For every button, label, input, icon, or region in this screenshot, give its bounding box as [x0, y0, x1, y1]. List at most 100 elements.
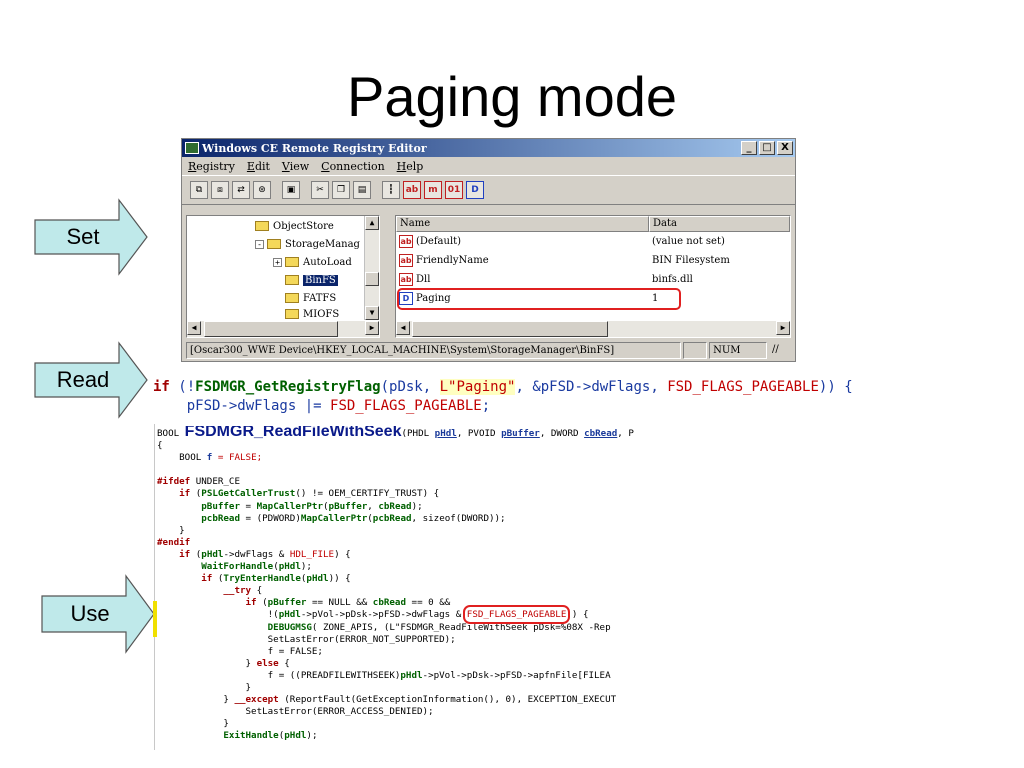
code-token: pcbRead	[372, 512, 412, 524]
code-token: (pDsk,	[380, 379, 440, 395]
scroll-left-icon[interactable]: ◀	[396, 321, 410, 335]
code-token: __except	[234, 694, 279, 706]
code-token: )) {	[818, 379, 853, 395]
close-button[interactable]: X	[777, 141, 793, 155]
window-titlebar[interactable]: Windows CE Remote Registry Editor _ □ X	[182, 139, 795, 157]
code-token: = (PDWORD)	[240, 512, 301, 524]
multi-string-value-icon[interactable]: m	[424, 181, 442, 199]
connect-icon[interactable]: ⧉	[190, 181, 208, 199]
code-line: }	[157, 681, 252, 693]
scroll-thumb[interactable]	[204, 321, 338, 337]
tree-vertical-scrollbar[interactable]: ▲ ▼	[364, 216, 379, 320]
scroll-down-icon[interactable]: ▼	[365, 306, 379, 320]
code-token: TryEnterHandle	[223, 573, 301, 585]
code-token: pBuffer	[328, 500, 368, 512]
code-token: __try	[223, 585, 252, 597]
save-icon[interactable]: ▣	[282, 181, 300, 199]
code-token: pHdl	[306, 573, 329, 585]
dword-value-icon[interactable]: D	[466, 181, 484, 199]
tree-item-storagemanager[interactable]: - StorageManag	[255, 235, 360, 253]
code-token: )) {	[566, 609, 589, 621]
menu-registry[interactable]: Registry	[188, 160, 235, 173]
read-code-snippet: if (!FSDMGR_GetRegistryFlag(pDsk, L"Pagi…	[153, 378, 853, 416]
code-token: else	[256, 657, 279, 669]
use-callout-arrow: Use	[40, 574, 156, 654]
column-header-name[interactable]: Name	[396, 216, 649, 232]
scroll-thumb[interactable]	[365, 272, 379, 286]
column-header-data[interactable]: Data	[649, 216, 790, 232]
code-token: (!	[169, 379, 196, 395]
code-token: = FALSE;	[212, 452, 263, 464]
scroll-right-icon[interactable]: ▶	[365, 321, 379, 335]
binary-value-icon[interactable]: 01	[445, 181, 463, 199]
string-value-icon[interactable]: ab	[403, 181, 421, 199]
list-horizontal-scrollbar[interactable]: ◀ ▶	[396, 321, 790, 337]
code-token: , &pFSD->dwFlags,	[515, 379, 668, 395]
use-label: Use	[70, 601, 110, 626]
tree-item-binfs[interactable]: BinFS	[285, 271, 338, 289]
minimize-button[interactable]: _	[741, 141, 757, 155]
code-token: if	[201, 573, 213, 585]
code-token: if	[245, 597, 257, 609]
registry-app-icon	[185, 142, 199, 154]
tree-item-label: ObjectStore	[273, 220, 334, 232]
code-line: SetLastError(ERROR_NOT_SUPPORTED);	[157, 633, 456, 645]
tree-horizontal-scrollbar[interactable]: ◀ ▶	[187, 321, 379, 337]
read-callout-arrow: Read	[33, 341, 149, 419]
registry-values-pane[interactable]: Name Data ab (Default) (value not set) a…	[395, 215, 791, 338]
code-macro: FSD_FLAGS_PAGEABLE	[667, 379, 819, 395]
new-key-icon[interactable]: ┇	[382, 181, 400, 199]
tree-item-objectstore[interactable]: ObjectStore	[255, 217, 334, 235]
code-token: == 0 &&	[406, 597, 451, 609]
code-token: HDL_FILE	[289, 548, 335, 560]
code-token: (	[212, 573, 224, 585]
menu-edit[interactable]: Edit	[247, 160, 270, 173]
scroll-up-icon[interactable]: ▲	[365, 216, 379, 230]
code-token: (ReportFault(GetExceptionInformation(), …	[278, 694, 617, 706]
code-token: f = ((PREADFILEWITHSEEK)	[157, 669, 401, 681]
folder-icon	[285, 293, 299, 303]
scroll-left-icon[interactable]: ◀	[187, 321, 201, 335]
disconnect-icon[interactable]: ⧈	[211, 181, 229, 199]
code-token: PSLGetCallerTrust	[201, 488, 296, 500]
tree-item-label: MIOFS	[303, 308, 340, 320]
copy-icon[interactable]: ❐	[332, 181, 350, 199]
maximize-button[interactable]: □	[759, 141, 775, 155]
paste-icon[interactable]: ▤	[353, 181, 371, 199]
menu-view[interactable]: View	[282, 160, 309, 173]
code-token: ->dwFlags &	[223, 548, 290, 560]
code-token: , DWORD	[539, 428, 585, 439]
code-token: BOOL	[157, 452, 207, 464]
scroll-thumb[interactable]	[412, 321, 608, 337]
expand-icon[interactable]: +	[273, 257, 282, 267]
remote-registry-icon[interactable]: ⊛	[253, 181, 271, 199]
menu-connection[interactable]: Connection	[321, 160, 385, 173]
code-token: #ifdef	[157, 476, 191, 488]
code-token: ExitHandle	[223, 730, 279, 742]
value-row[interactable]: ab Dll binfs.dll	[396, 271, 790, 289]
value-row[interactable]: ab (Default) (value not set)	[396, 233, 790, 251]
menu-help[interactable]: Help	[397, 160, 424, 173]
use-code-snippet: BOOL FSDMGR_ReadFileWithSeek(PHDL pHdl, …	[157, 426, 634, 742]
code-token: , sizeof(DWORD));	[411, 512, 506, 524]
code-token: (	[256, 597, 268, 609]
tree-item-autoload[interactable]: + AutoLoad	[273, 253, 352, 271]
resize-grip-icon[interactable]: //	[769, 342, 789, 359]
use-code-panel: BOOL FSDMGR_ReadFileWithSeek(PHDL pHdl, …	[153, 426, 656, 751]
cut-icon[interactable]: ✂	[311, 181, 329, 199]
tree-item-label: BinFS	[303, 274, 338, 286]
set-callout-arrow: Set	[33, 198, 149, 276]
code-token: ,	[367, 500, 379, 512]
folder-open-icon	[267, 239, 281, 249]
collapse-icon[interactable]: -	[255, 239, 264, 249]
code-token: UNDER_CE	[190, 476, 240, 488]
network-icon[interactable]: ⇄	[232, 181, 250, 199]
folder-icon	[285, 257, 299, 267]
value-row[interactable]: ab FriendlyName BIN Filesystem	[396, 252, 790, 270]
registry-tree-pane[interactable]: ObjectStore - StorageManag + AutoLoad Bi…	[186, 215, 380, 338]
scroll-right-icon[interactable]: ▶	[776, 321, 790, 335]
